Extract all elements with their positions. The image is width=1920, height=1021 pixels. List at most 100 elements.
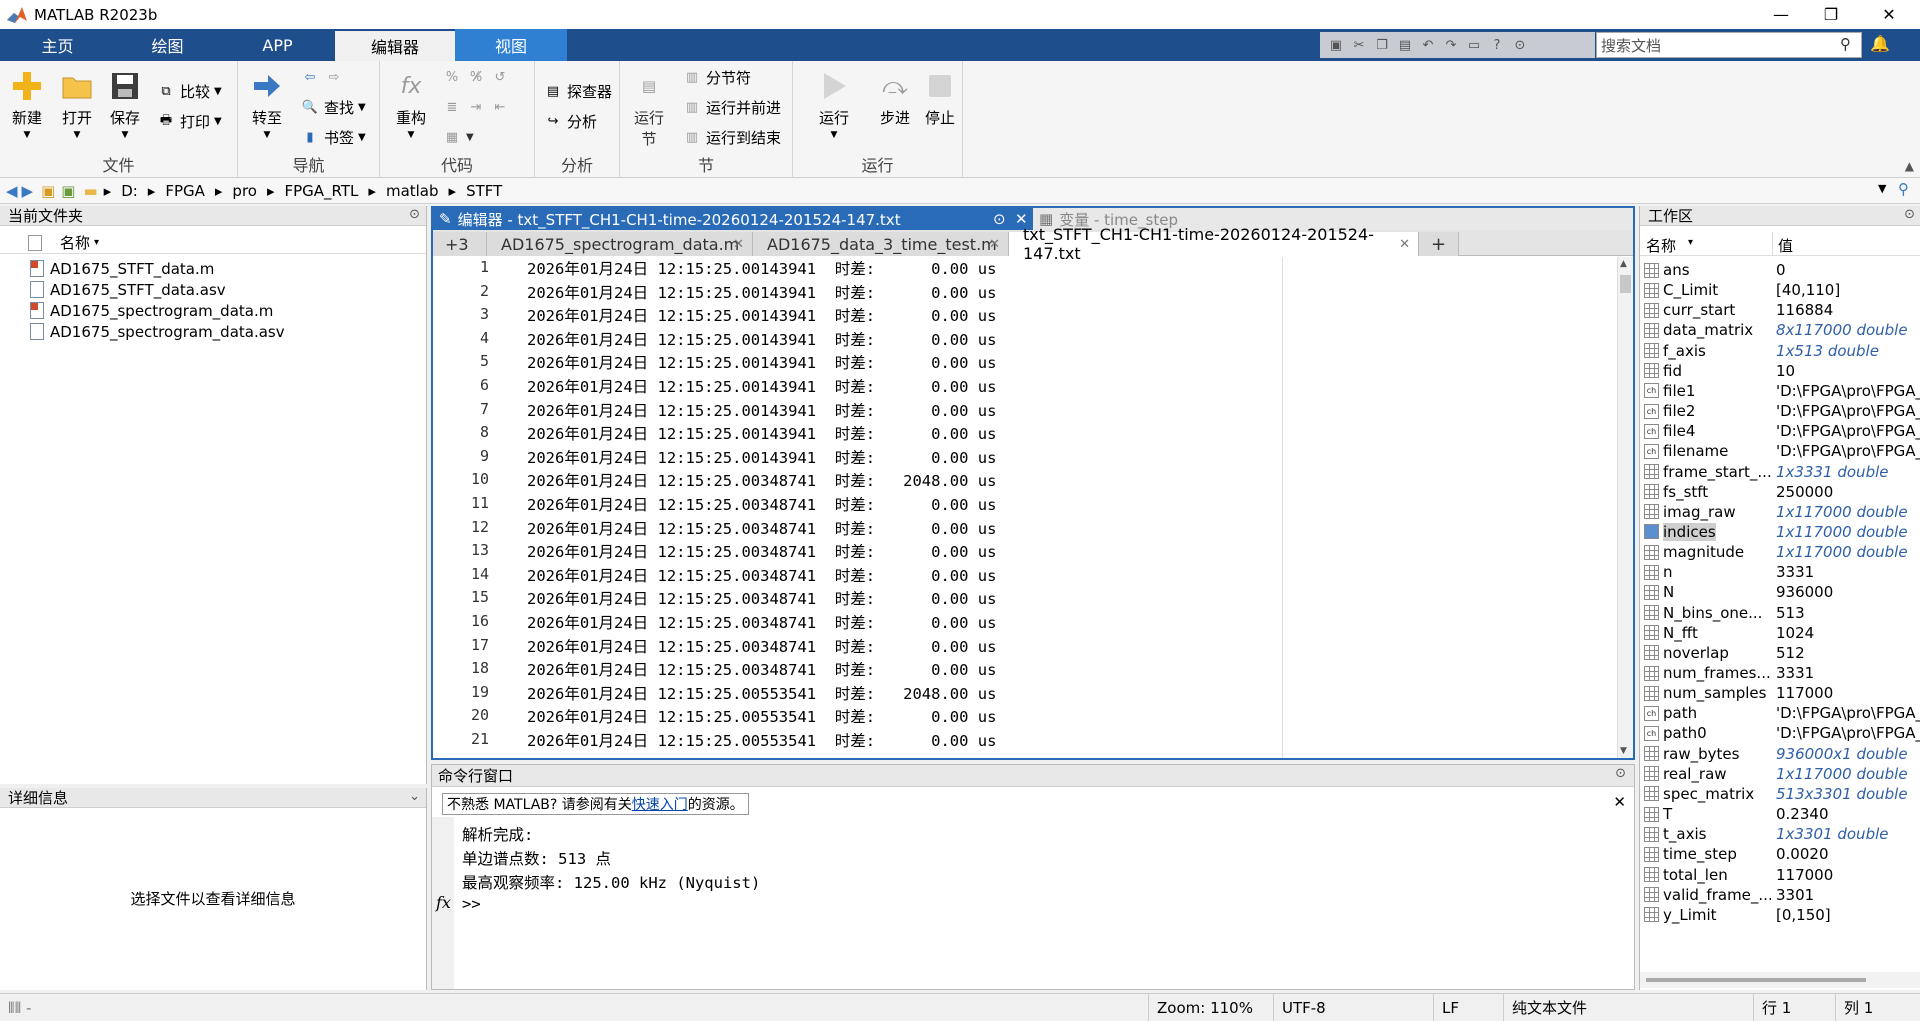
workspace-row[interactable]: num_frames... 3331 (1640, 663, 1920, 683)
tab-spectrogram[interactable]: AD1675_spectrogram_data.m ✕ (487, 232, 753, 256)
code-line[interactable]: 2026年01月24日 12:15:25.00348741 时差: 0.00 u… (527, 587, 996, 609)
indent-buttons[interactable]: ≣ ⇥ ⇤ (442, 97, 510, 117)
tab-view[interactable]: 视图 (455, 29, 567, 61)
editor-menu-icon[interactable]: ⊙ (993, 210, 1006, 228)
code-area[interactable]: 1 2 3 4 5 6 7 8 9 10 11 12 13 14 15 16 17 18 19 20 21 2026年0… (433, 257, 1633, 758)
fx-icon[interactable]: fx (436, 893, 451, 912)
address-dropdown-icon[interactable]: ▼ (1878, 182, 1886, 195)
code-line[interactable]: 2026年01月24日 12:15:25.00143941 时差: 0.00 u… (527, 281, 996, 303)
crumb-0[interactable]: D: (121, 182, 138, 200)
code-line[interactable]: 2026年01月24日 12:15:25.00348741 时差: 0.00 u… (527, 611, 996, 633)
workspace-row[interactable]: spec_matrix 513x3301 double (1640, 784, 1920, 804)
quick-start-link[interactable]: 快速入门 (632, 794, 688, 814)
close-icon[interactable]: ✕ (989, 237, 1000, 252)
workspace-row[interactable]: N 936000 (1640, 582, 1920, 602)
scroll-down-icon[interactable]: ▼ (1620, 746, 1627, 756)
code-line[interactable]: 2026年01月24日 12:15:25.00143941 时差: 0.00 u… (527, 351, 996, 373)
new-button[interactable]: 新建 ▼ (10, 69, 44, 140)
forward-icon[interactable]: ▶ (22, 182, 34, 200)
up-folder-icon[interactable]: ▣ (41, 182, 55, 200)
scroll-thumb[interactable] (1646, 978, 1866, 982)
format-button[interactable]: ▦ ▼ (442, 127, 474, 147)
code-line[interactable]: 2026年01月24日 12:15:25.00348741 时差: 0.00 u… (527, 517, 996, 539)
tab-txt-file[interactable]: txt_STFT_CH1-CH1-time-20260124-201524-14… (1009, 225, 1419, 263)
workspace-row[interactable]: raw_bytes 936000x1 double (1640, 744, 1920, 764)
zoom-status[interactable]: Zoom: 110% (1148, 994, 1273, 1021)
list-item[interactable]: AD1675_STFT_data.asv (30, 279, 226, 300)
workspace-row[interactable]: noverlap 512 (1640, 643, 1920, 663)
workspace-row[interactable]: ans 0 (1640, 260, 1920, 280)
paste-icon[interactable]: ▤ (1395, 35, 1415, 55)
workspace-row[interactable]: ch path 'D:\FPGA\pro\FPGA_ (1640, 703, 1920, 723)
workspace-row[interactable]: N_fft 1024 (1640, 623, 1920, 643)
undo-icon[interactable]: ↶ (1418, 35, 1438, 55)
workspace-row[interactable]: frame_start_... 1x3331 double (1640, 462, 1920, 482)
expand-icon[interactable]: ⊙ (1510, 35, 1530, 55)
panel-menu-icon[interactable]: ⊙ (1615, 766, 1626, 781)
code-line[interactable]: 2026年01月24日 12:15:25.00143941 时差: 0.00 u… (527, 257, 996, 279)
maximize-button[interactable]: ❐ (1808, 0, 1854, 29)
tab-apps[interactable]: APP (220, 29, 335, 61)
search-folder-icon[interactable]: ⚲ (1898, 180, 1909, 198)
open-button[interactable]: 打开 ▼ (60, 69, 94, 140)
code-line[interactable]: 2026年01月24日 12:15:25.00348741 时差: 0.00 u… (527, 564, 996, 586)
code-line[interactable]: 2026年01月24日 12:15:25.00143941 时差: 0.00 u… (527, 422, 996, 444)
switch-windows-icon[interactable]: ▭ (1464, 35, 1484, 55)
new-tab-button[interactable]: + (1419, 232, 1459, 256)
col-value[interactable]: 值 (1778, 235, 1793, 256)
workspace-row[interactable]: indices 1x117000 double (1640, 522, 1920, 542)
workspace-row[interactable]: real_raw 1x117000 double (1640, 764, 1920, 784)
workspace-row[interactable]: n 3331 (1640, 562, 1920, 582)
filetype-status[interactable]: 纯文本文件 (1503, 994, 1753, 1021)
workspace-row[interactable]: ch path0 'D:\FPGA\pro\FPGA_ (1640, 723, 1920, 743)
save-button[interactable]: 保存 ▼ (108, 69, 142, 140)
workspace-row[interactable]: curr_start 116884 (1640, 300, 1920, 320)
workspace-row[interactable]: ch file1 'D:\FPGA\pro\FPGA_ (1640, 381, 1920, 401)
panel-menu-icon[interactable]: ⊙ (1904, 207, 1915, 222)
analyze-button[interactable]: ↪ 分析 (543, 111, 597, 132)
crumb-5[interactable]: STFT (466, 182, 502, 200)
close-button[interactable]: ✕ (1866, 0, 1912, 29)
workspace-row[interactable]: T 0.2340 (1640, 804, 1920, 824)
workspace-row[interactable]: t_axis 1x3301 double (1640, 824, 1920, 844)
close-icon[interactable]: ✕ (733, 237, 744, 252)
code-line[interactable]: 2026年01月24日 12:15:25.00348741 时差: 0.00 u… (527, 493, 996, 515)
cmd-prompt[interactable]: >> (462, 895, 481, 913)
code-line[interactable]: 2026年01月24日 12:15:25.00348741 时差: 0.00 u… (527, 540, 996, 562)
find-button[interactable]: 🔍 查找 ▼ (300, 97, 366, 118)
workspace-row[interactable]: total_len 117000 (1640, 865, 1920, 885)
comment-buttons[interactable]: % %̸ ↺ (442, 67, 510, 87)
section-break-button[interactable]: ▥ 分节符 (682, 67, 751, 88)
step-button[interactable]: ⤼ 步进 (878, 69, 912, 128)
col-name[interactable]: 名称 (60, 232, 90, 253)
run-button[interactable]: 运行 ▼ (817, 69, 851, 140)
run-section-button[interactable]: ▤ 运行 节 (632, 69, 666, 149)
workspace-row[interactable]: ch file4 'D:\FPGA\pro\FPGA_ (1640, 421, 1920, 441)
workspace-row[interactable]: ch file2 'D:\FPGA\pro\FPGA_ (1640, 401, 1920, 421)
workspace-row[interactable]: y_Limit [0,150] (1640, 905, 1920, 925)
workspace-row[interactable]: f_axis 1x513 double (1640, 341, 1920, 361)
crumb-4[interactable]: matlab (386, 182, 439, 200)
crumb-1[interactable]: FPGA (165, 182, 205, 200)
code-line[interactable]: 2026年01月24日 12:15:25.00348741 时差: 0.00 u… (527, 658, 996, 680)
tab-editor[interactable]: 编辑器 (335, 31, 455, 61)
back-button[interactable]: ⇦ ⇨ (300, 67, 344, 87)
cut-icon[interactable]: ✂ (1349, 35, 1369, 55)
crumb-3[interactable]: FPGA_RTL (285, 182, 359, 200)
crumb-2[interactable]: pro (232, 182, 257, 200)
workspace-row[interactable]: ch filename 'D:\FPGA\pro\FPGA_ (1640, 441, 1920, 461)
stop-button[interactable]: 停止 (923, 69, 957, 128)
panel-menu-icon[interactable]: ⊙ (409, 207, 420, 222)
code-line[interactable]: 2026年01月24日 12:15:25.00143941 时差: 0.00 u… (527, 375, 996, 397)
minimize-button[interactable]: — (1758, 0, 1804, 29)
workspace-row[interactable]: valid_frame_... 3301 (1640, 885, 1920, 905)
workspace-row[interactable]: data_matrix 8x117000 double (1640, 320, 1920, 340)
workspace-row[interactable]: fs_stft 250000 (1640, 482, 1920, 502)
workspace-row[interactable]: N_bins_one... 513 (1640, 603, 1920, 623)
run-advance-button[interactable]: ▥ 运行并前进 (682, 97, 781, 118)
back-icon[interactable]: ◀ (6, 182, 18, 200)
tab-plots[interactable]: 绘图 (115, 29, 220, 61)
scroll-up-icon[interactable]: ▲ (1620, 259, 1627, 269)
collapse-ribbon-icon[interactable]: ▲ (1905, 159, 1914, 173)
redo-icon[interactable]: ↷ (1441, 35, 1461, 55)
